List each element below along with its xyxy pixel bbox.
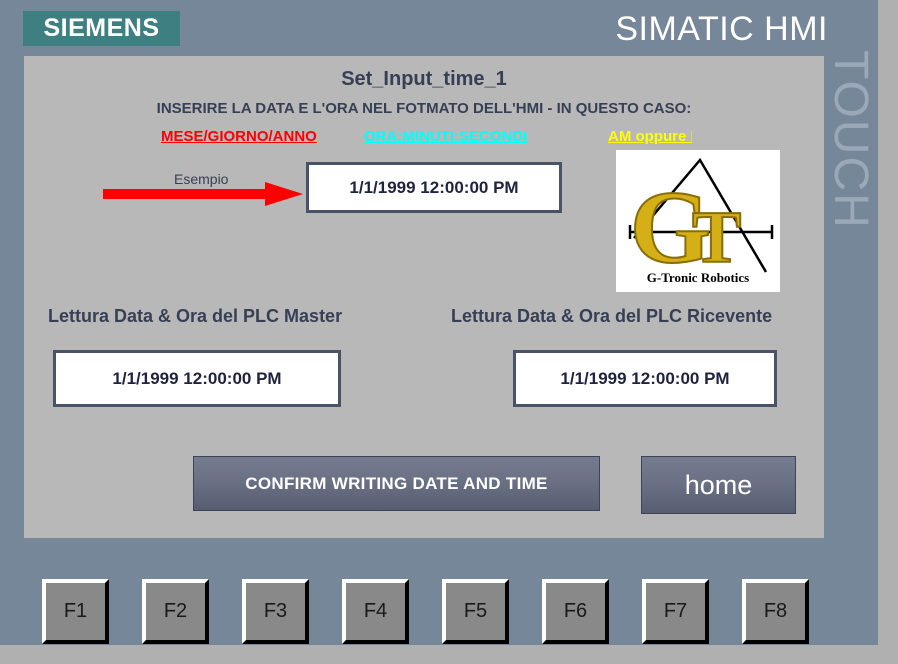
function-key-f1-label: F1 bbox=[63, 600, 88, 622]
main-panel: Set_Input_time_1 INSERIRE LA DATA E L'OR… bbox=[24, 56, 824, 538]
function-key-f4[interactable]: F4 bbox=[342, 579, 409, 644]
function-key-f7[interactable]: F7 bbox=[642, 579, 709, 644]
siemens-logo: SIEMENS bbox=[23, 11, 180, 46]
hmi-screen: SIEMENS SIMATIC HMI TOUCH Set_Input_time… bbox=[0, 0, 898, 664]
function-key-f5-label: F5 bbox=[463, 600, 488, 622]
gtronic-logo: G T G-Tronic Robotics bbox=[616, 150, 780, 292]
datetime-input-value: 1/1/1999 12:00:00 PM bbox=[349, 177, 519, 197]
function-key-f3[interactable]: F3 bbox=[242, 579, 309, 644]
master-reading-caption: Lettura Data & Ora del PLC Master bbox=[48, 306, 343, 326]
function-key-f1[interactable]: F1 bbox=[42, 579, 109, 644]
function-key-f8[interactable]: F8 bbox=[742, 579, 809, 644]
master-datetime-display: 1/1/1999 12:00:00 PM bbox=[53, 350, 341, 407]
function-key-f6[interactable]: F6 bbox=[542, 579, 609, 644]
right-edge-strip bbox=[878, 0, 898, 664]
confirm-write-datetime-label: CONFIRM WRITING DATE AND TIME bbox=[245, 473, 548, 493]
home-button-label: home bbox=[684, 469, 753, 500]
simatic-hmi-wordmark: SIMATIC HMI bbox=[615, 10, 828, 48]
function-key-f7-label: F7 bbox=[663, 600, 688, 622]
home-button[interactable]: home bbox=[641, 456, 796, 514]
format-legend: MESE/GIORNO/ANNO ORA:MINUTI:SECONDI AM o… bbox=[132, 128, 712, 150]
function-key-f6-label: F6 bbox=[563, 600, 588, 622]
svg-text:T: T bbox=[692, 197, 741, 279]
legend-item-time: ORA:MINUTI:SECONDI bbox=[364, 128, 528, 145]
datetime-input[interactable]: 1/1/1999 12:00:00 PM bbox=[306, 162, 562, 213]
receiver-datetime-display: 1/1/1999 12:00:00 PM bbox=[513, 350, 777, 407]
function-key-f4-label: F4 bbox=[363, 600, 388, 622]
function-key-f2[interactable]: F2 bbox=[142, 579, 209, 644]
page-subtitle: INSERIRE LA DATA E L'ORA NEL FOTMATO DEL… bbox=[156, 100, 692, 117]
receiver-datetime-value: 1/1/1999 12:00:00 PM bbox=[560, 368, 730, 388]
legend-item-date: MESE/GIORNO/ANNO bbox=[161, 128, 317, 145]
red-arrow-icon bbox=[103, 182, 303, 206]
receiver-reading-caption: Lettura Data & Ora del PLC Ricevente bbox=[451, 306, 773, 326]
touch-panel-label: TOUCH bbox=[824, 50, 877, 230]
function-key-f2-label: F2 bbox=[163, 600, 188, 622]
function-key-f3-label: F3 bbox=[263, 600, 288, 622]
gtronic-logo-caption: G-Tronic Robotics bbox=[646, 270, 750, 285]
siemens-logo-text: SIEMENS bbox=[43, 14, 160, 42]
legend-item-ampm: AM oppure P bbox=[608, 128, 692, 145]
function-key-f5[interactable]: F5 bbox=[442, 579, 509, 644]
confirm-write-datetime-button[interactable]: CONFIRM WRITING DATE AND TIME bbox=[193, 456, 600, 511]
function-key-f8-label: F8 bbox=[763, 600, 788, 622]
page-title: Set_Input_time_1 bbox=[341, 68, 507, 90]
bottom-bezel-bar bbox=[0, 645, 898, 664]
master-datetime-value: 1/1/1999 12:00:00 PM bbox=[112, 368, 282, 388]
